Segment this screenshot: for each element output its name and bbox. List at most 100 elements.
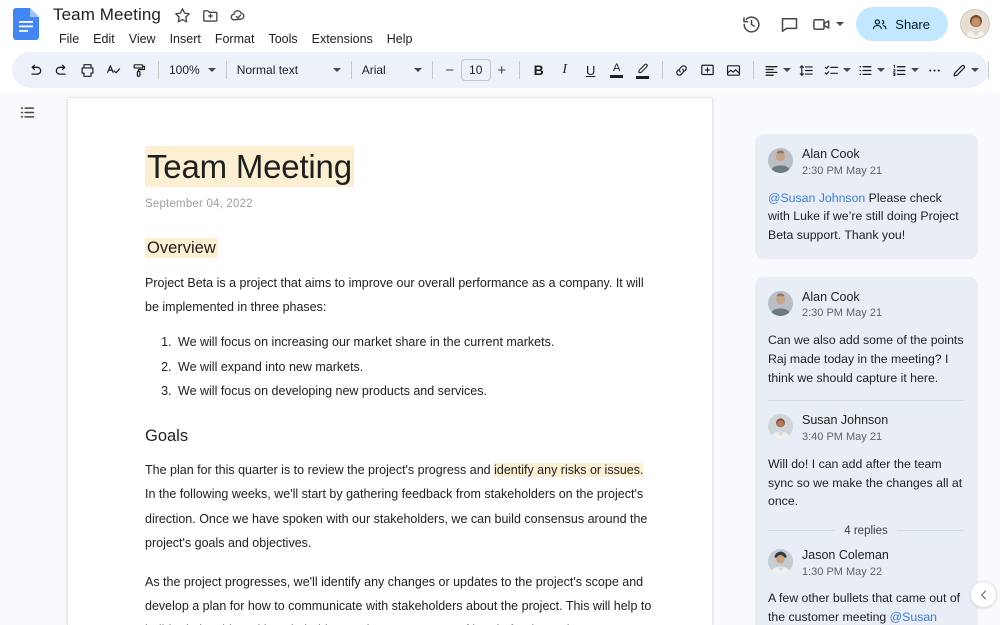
font-size-input[interactable] — [460, 59, 491, 81]
reply-meta: Susan Johnson 3:40 PM May 21 — [802, 413, 888, 446]
list-item: We will focus on increasing our market s… — [175, 333, 654, 352]
title-block: Team Meeting File Edit View Insert Forma… — [50, 3, 420, 48]
cloud-saved-icon[interactable] — [229, 6, 248, 25]
bulleted-list-icon[interactable] — [854, 57, 888, 83]
chevron-down-icon — [332, 68, 341, 72]
font-family-control[interactable]: Arial — [358, 57, 426, 83]
paragraph-style-value: Normal text — [236, 63, 299, 77]
star-icon[interactable] — [173, 6, 192, 25]
document-page[interactable]: Team Meeting September 04, 2022 Overview… — [67, 97, 713, 625]
comment-timestamp: 2:30 PM May 21 — [802, 164, 883, 177]
comment-header: Alan Cook 2:30 PM May 21 — [768, 147, 964, 180]
reply-author: Susan Johnson — [802, 413, 889, 428]
chevron-down-icon — [782, 68, 791, 72]
comment-icon[interactable] — [771, 6, 807, 42]
numbered-list-icon[interactable] — [888, 57, 922, 83]
menu-item-help[interactable]: Help — [380, 30, 420, 48]
toolbar-divider — [987, 61, 989, 79]
toolbar-divider — [431, 61, 433, 79]
overview-heading-wrap: Overview — [145, 238, 654, 259]
text-color-swatch — [610, 75, 624, 78]
italic-label: I — [562, 62, 568, 77]
reply-body: Will do! I can add after the team sync s… — [768, 456, 963, 509]
goals-paragraph-1: The plan for this quarter is to review t… — [145, 458, 654, 556]
menu-item-extensions[interactable]: Extensions — [305, 30, 380, 48]
last-reply-author: Jason Coleman — [802, 547, 889, 562]
last-reply-body: A few other bullets that came out of the… — [768, 589, 964, 625]
increase-font-size-button[interactable]: + — [491, 59, 513, 81]
list-item: We will focus on developing new products… — [175, 382, 654, 401]
toolbar-divider — [158, 61, 159, 79]
formatting-toolbar: 100% Normal text Arial − + B I U — [12, 52, 989, 88]
show-document-outline-icon[interactable] — [12, 97, 42, 127]
zoom-value: 100% — [169, 63, 200, 77]
chevron-down-icon — [876, 68, 885, 72]
comment-author: Alan Cook — [802, 147, 860, 161]
replies-separator[interactable]: 4 replies — [768, 525, 964, 537]
align-left-icon[interactable] — [760, 57, 794, 83]
menu-item-file[interactable]: File — [52, 30, 86, 48]
google-docs-icon[interactable] — [13, 8, 39, 40]
underline-button[interactable]: U — [578, 57, 604, 83]
spellcheck-icon[interactable] — [100, 57, 126, 83]
insert-image-icon[interactable] — [721, 57, 747, 83]
menu-item-insert[interactable]: Insert — [163, 30, 208, 48]
italic-button[interactable]: I — [552, 57, 578, 83]
menu-item-view[interactable]: View — [122, 30, 163, 48]
chevron-down-icon — [970, 68, 979, 72]
comment-card[interactable]: Alan Cook 2:30 PM May 21 Can we also add… — [755, 276, 978, 625]
line-spacing-icon[interactable] — [794, 57, 820, 83]
chevron-down-icon — [842, 68, 851, 72]
comment-body: @Susan Johnson Please check with Luke if… — [768, 189, 964, 245]
insert-link-icon[interactable] — [669, 57, 695, 83]
comment-card[interactable]: Alan Cook 2:30 PM May 21 @Susan Johnson … — [755, 134, 978, 259]
bold-label: B — [533, 62, 544, 78]
checklist-icon[interactable] — [820, 57, 854, 83]
paragraph-style-control[interactable]: Normal text — [233, 57, 345, 83]
overview-heading: Overview — [145, 238, 218, 259]
page-content: Team Meeting September 04, 2022 Overview… — [68, 98, 712, 625]
menu-item-format[interactable]: Format — [208, 30, 262, 48]
undo-icon[interactable] — [22, 57, 48, 83]
divider-line — [768, 530, 836, 532]
toolbar-divider — [752, 61, 754, 79]
avatar — [768, 290, 793, 316]
text-color-button[interactable]: A — [604, 57, 630, 83]
comment-meta: Alan Cook 2:30 PM May 21 — [802, 290, 882, 323]
last-reply-timestamp: 1:30 PM May 22 — [802, 565, 883, 578]
menu-item-tools[interactable]: Tools — [261, 30, 304, 48]
editing-mode-pen-icon[interactable] — [948, 57, 982, 83]
zoom-control[interactable]: 100% — [165, 57, 220, 83]
replies-count: 4 replies — [844, 524, 888, 537]
redo-icon[interactable] — [48, 57, 74, 83]
collapse-toolbar-icon[interactable] — [995, 57, 1000, 83]
highlight-pen-icon[interactable] — [630, 57, 656, 83]
chevron-left-icon[interactable] — [970, 581, 997, 608]
bold-button[interactable]: B — [526, 57, 552, 83]
reply-timestamp: 3:40 PM May 21 — [802, 430, 883, 443]
chevron-down-icon — [413, 68, 422, 72]
print-icon[interactable] — [74, 57, 100, 83]
document-date: September 04, 2022 — [145, 198, 253, 211]
avatar — [768, 148, 793, 173]
header-actions: Share — [733, 6, 990, 42]
more-options-icon[interactable] — [922, 57, 948, 83]
chevron-down-icon — [910, 68, 919, 72]
decrease-font-size-button[interactable]: − — [439, 59, 461, 81]
mention-link[interactable]: @Susan Johnson — [768, 191, 865, 205]
move-to-folder-icon[interactable] — [201, 6, 220, 25]
comment-meta: Alan Cook 2:30 PM May 21 — [802, 147, 882, 180]
version-history-icon[interactable] — [733, 6, 769, 42]
paint-format-icon[interactable] — [126, 57, 152, 83]
list-item: We will expand into new markets. — [175, 358, 654, 377]
last-reply-header: Jason Coleman 1:30 PM May 22 — [768, 548, 964, 581]
share-button[interactable]: Share — [856, 7, 948, 41]
add-comment-icon[interactable] — [695, 57, 721, 83]
avatar[interactable] — [960, 9, 990, 39]
document-title[interactable]: Team Meeting — [50, 4, 164, 26]
divider-line — [896, 530, 964, 532]
comments-panel: Alan Cook 2:30 PM May 21 @Susan Johnson … — [735, 92, 1000, 625]
menu-item-edit[interactable]: Edit — [86, 30, 122, 48]
avatar — [768, 414, 793, 440]
video-camera-icon[interactable] — [809, 6, 848, 42]
